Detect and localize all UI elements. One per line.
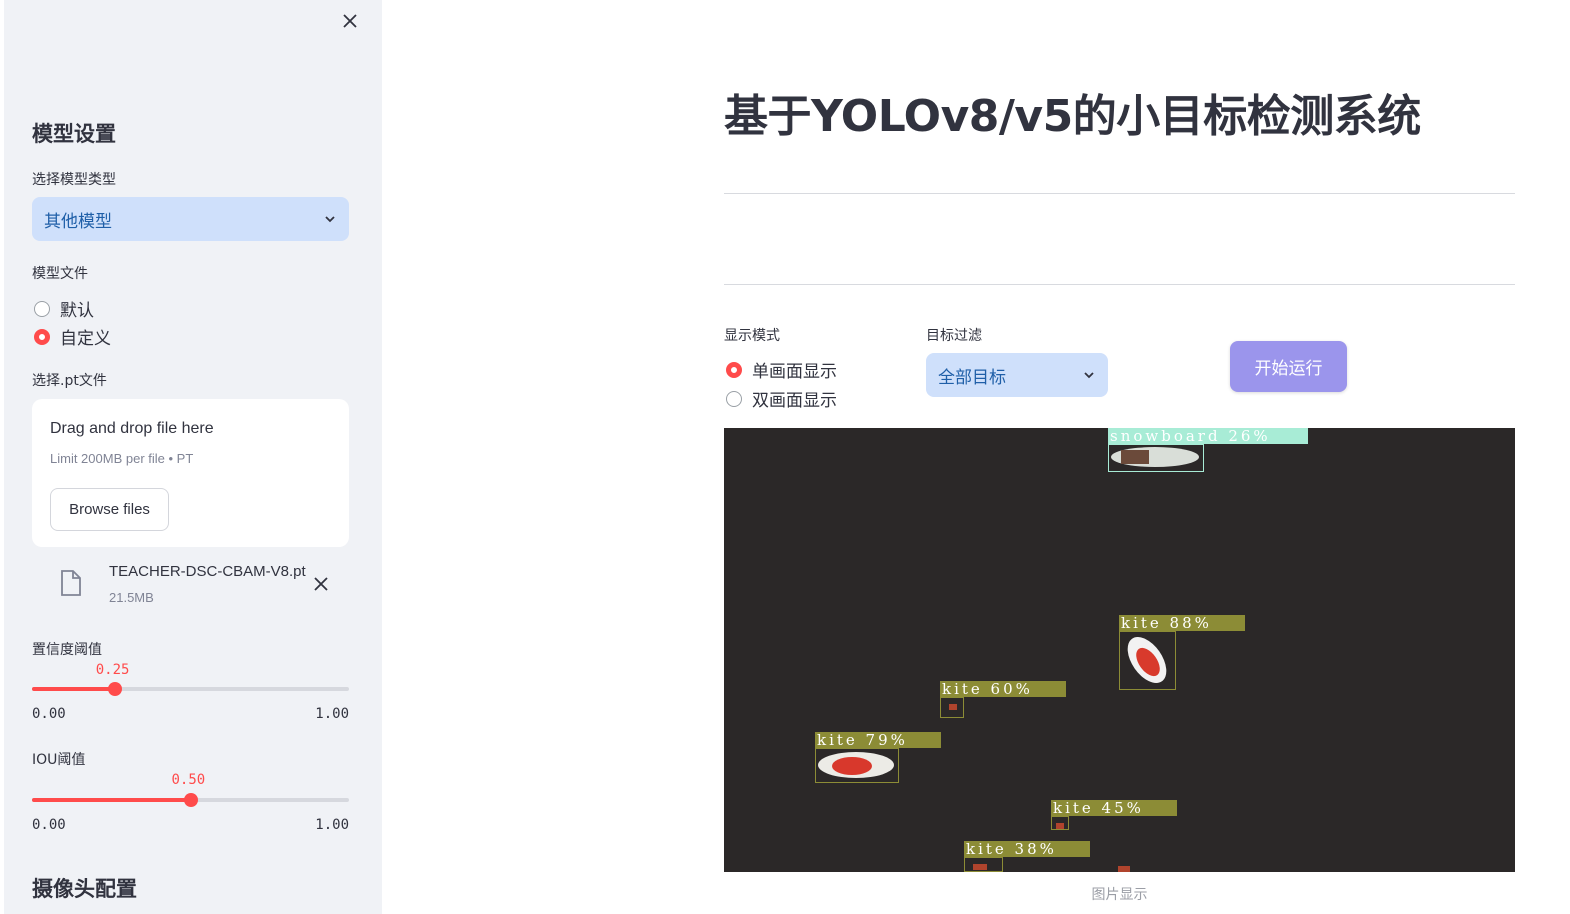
chevron-down-icon: [325, 216, 335, 223]
target-filter-select[interactable]: 全部目标: [926, 353, 1108, 397]
uploaded-file-size: 21.5MB: [109, 590, 154, 605]
start-run-button[interactable]: 开始运行: [1230, 341, 1347, 392]
confidence-max: 1.00: [315, 706, 349, 722]
display-mode-label: 显示模式: [724, 328, 780, 344]
radio-icon: [34, 300, 50, 317]
detection-box: [1051, 816, 1069, 830]
slider-thumb[interactable]: [107, 682, 122, 696]
page-title: 基于YOLOv8/v5的小目标检测系统: [724, 91, 1421, 142]
detection-box: [1108, 444, 1204, 472]
camera-section-title: 摄像头配置: [32, 877, 137, 901]
pt-file-label: 选择.pt文件: [32, 373, 107, 389]
boat-shape: [1111, 447, 1199, 467]
close-sidebar-icon[interactable]: [342, 13, 358, 29]
iou-min: 0.00: [32, 817, 66, 833]
detection-label: kite 60%: [940, 681, 1066, 697]
detection-box: [964, 857, 1003, 872]
target-filter-value: 全部目标: [938, 367, 1006, 388]
sidebar: 模型设置 选择模型类型 其他模型 模型文件 默认 自定义 选择.pt文件 Dra…: [4, 0, 382, 914]
object-shape: [949, 704, 957, 710]
detection-box: [815, 748, 899, 783]
radio-selected-icon: [726, 361, 742, 378]
radio-label: 双画面显示: [752, 391, 837, 411]
detection-label: kite 88%: [1119, 615, 1245, 631]
model-type-select[interactable]: 其他模型: [32, 197, 349, 241]
iou-slider[interactable]: 0.50 0.00 1.00: [32, 772, 349, 833]
radio-label: 默认: [60, 301, 94, 321]
browse-files-button[interactable]: Browse files: [50, 488, 169, 531]
boat-shape: [1127, 637, 1167, 683]
confidence-min: 0.00: [32, 706, 66, 722]
radio-label: 自定义: [60, 329, 111, 349]
target-filter-label: 目标过滤: [926, 328, 982, 344]
boat-shape: [818, 752, 894, 778]
detection-label: kite 38%: [964, 841, 1090, 857]
detection-label: kite 79%: [815, 732, 941, 748]
drag-drop-text: Drag and drop file here: [50, 420, 214, 437]
detection-label: snowboard 26%: [1108, 428, 1308, 444]
model-section-title: 模型设置: [32, 122, 116, 146]
object-shape: [973, 864, 987, 870]
iou-max: 1.00: [315, 817, 349, 833]
detection-box: [940, 697, 964, 718]
model-type-label: 选择模型类型: [32, 172, 116, 188]
detection-box: [1119, 631, 1176, 690]
display-mode-option-dual[interactable]: 双画面显示: [726, 386, 837, 411]
radio-selected-icon: [34, 328, 50, 345]
slider-thumb[interactable]: [183, 793, 198, 807]
model-file-option-custom[interactable]: 自定义: [34, 324, 111, 349]
radio-icon: [726, 390, 742, 407]
display-mode-option-single[interactable]: 单画面显示: [726, 357, 837, 382]
chevron-down-icon: [1084, 372, 1094, 379]
model-file-label: 模型文件: [32, 266, 88, 282]
iou-label: IOU阈值: [32, 752, 86, 768]
model-file-option-default[interactable]: 默认: [34, 296, 94, 321]
upload-limit-text: Limit 200MB per file • PT: [50, 451, 194, 466]
divider: [724, 284, 1515, 285]
object-shape: [1056, 823, 1064, 829]
file-icon: [61, 570, 81, 596]
confidence-value: 0.25: [95, 662, 130, 678]
radio-label: 单画面显示: [752, 362, 837, 382]
image-caption: 图片显示: [1091, 887, 1148, 903]
uploaded-file-name: TEACHER-DSC-CBAM-V8.pt: [109, 563, 306, 580]
slider-fill: [32, 687, 115, 691]
remove-file-icon[interactable]: [313, 576, 329, 592]
model-type-value: 其他模型: [44, 211, 112, 232]
file-uploader-dropzone[interactable]: Drag and drop file here Limit 200MB per …: [32, 399, 349, 547]
confidence-slider[interactable]: 0.25 0.00 1.00: [32, 662, 349, 722]
iou-value: 0.50: [171, 772, 206, 788]
slider-fill: [32, 798, 191, 802]
object-shape: [1118, 866, 1130, 872]
detection-label: kite 45%: [1051, 800, 1177, 816]
confidence-label: 置信度阈值: [32, 642, 102, 658]
divider: [724, 193, 1515, 194]
detection-image: snowboard 26% kite 88% kite 60% kite 79%…: [724, 428, 1515, 872]
